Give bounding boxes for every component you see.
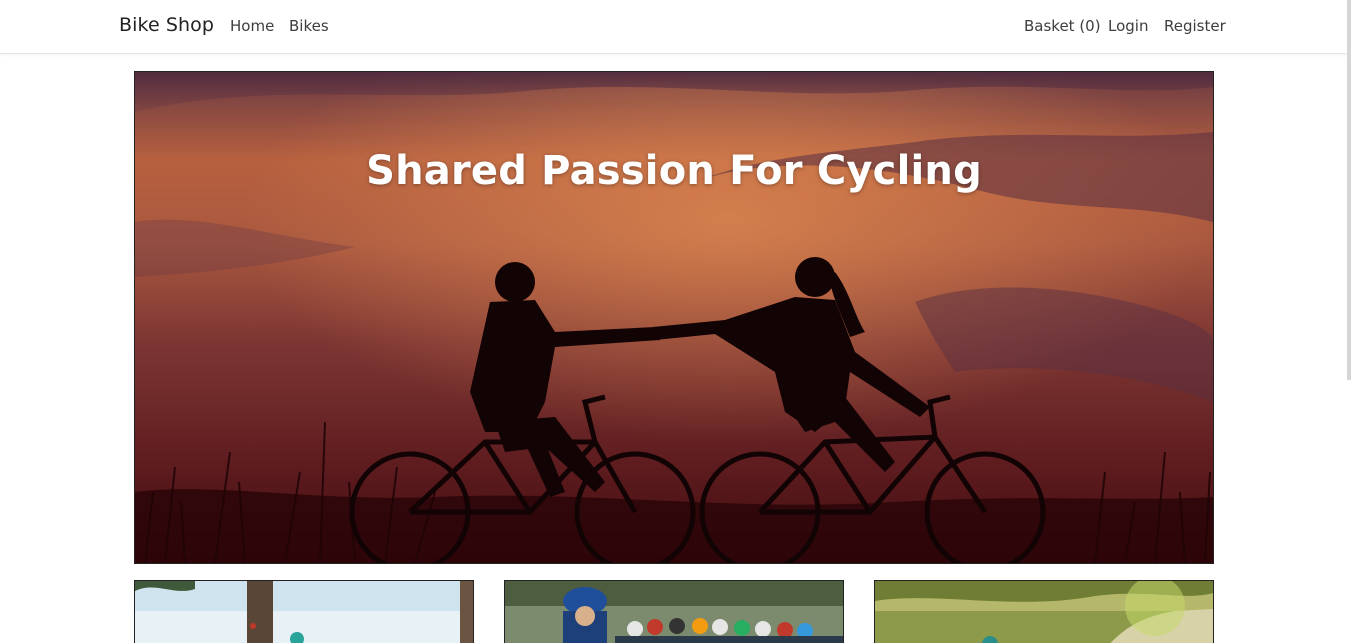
hero-title: Shared Passion For Cycling [366, 148, 982, 194]
nav-home-link[interactable]: Home [230, 17, 274, 35]
nav-bikes-link[interactable]: Bikes [289, 17, 329, 35]
card-image-mtb-trail [875, 581, 1213, 643]
product-card-image-2[interactable] [504, 580, 844, 643]
card-image-road-race [505, 581, 843, 643]
product-card-image-1[interactable] [134, 580, 474, 643]
hero-image [135, 72, 1213, 563]
page-scrollbar[interactable] [1347, 0, 1351, 380]
nav-login-link[interactable]: Login [1108, 17, 1148, 35]
card-image-bike-tree [135, 581, 473, 643]
brand-link[interactable]: Bike Shop [119, 14, 214, 36]
nav-register-link[interactable]: Register [1164, 17, 1226, 35]
top-navbar: Bike Shop Home Bikes Basket (0) Login Re… [0, 0, 1351, 54]
nav-basket-link[interactable]: Basket (0) [1024, 17, 1101, 35]
product-card-image-3[interactable] [874, 580, 1214, 643]
hero-banner: Shared Passion For Cycling [134, 71, 1214, 564]
